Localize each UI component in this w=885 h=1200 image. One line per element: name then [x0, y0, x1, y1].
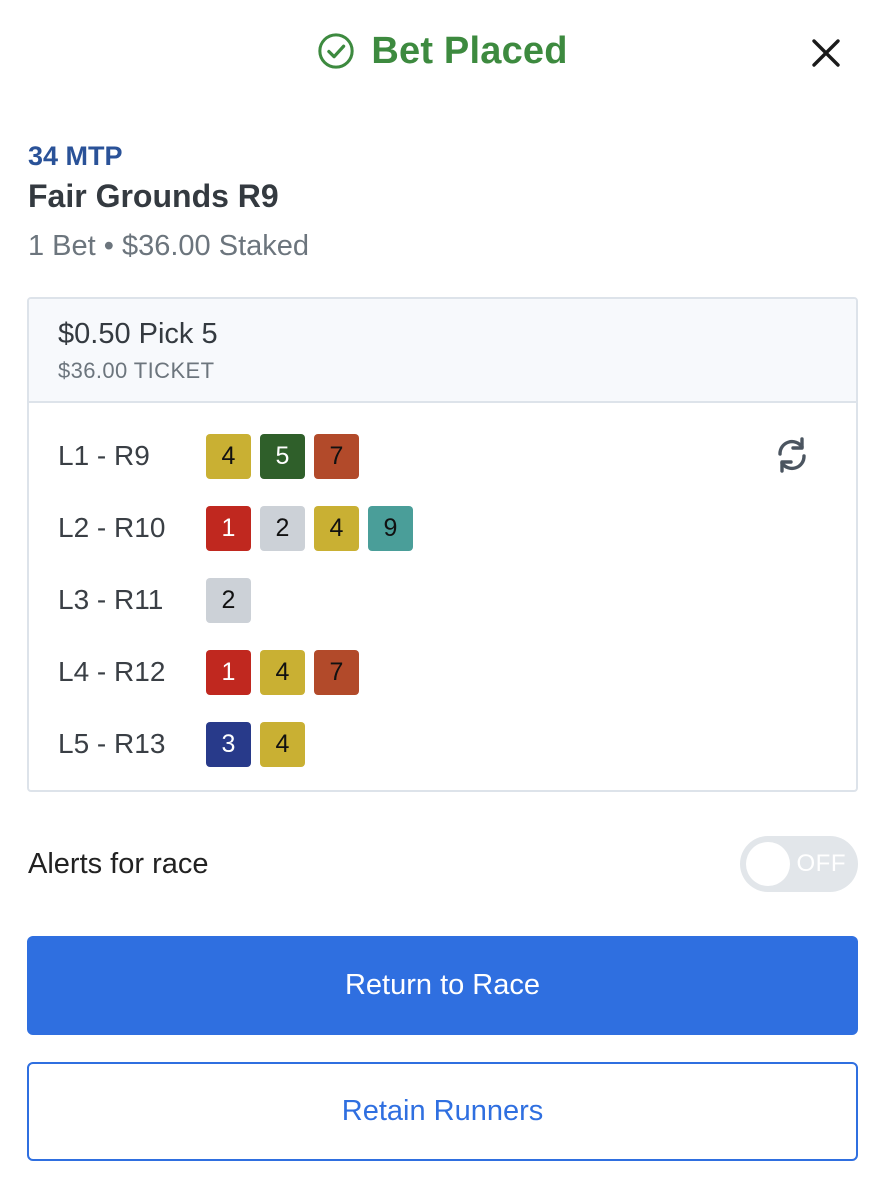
bet-type: $0.50 Pick 5: [58, 318, 218, 350]
runner-chip: 7: [314, 433, 359, 479]
race-name: Fair Grounds R9: [28, 178, 279, 214]
leg-label: L5 - R13: [58, 728, 166, 759]
close-icon: [812, 39, 840, 67]
minutes-to-post: 34 MTP: [28, 141, 123, 171]
retain-runners-button[interactable]: Retain Runners: [27, 1062, 858, 1161]
runner-chip: 4: [314, 505, 359, 551]
ticket-leg: L2 - R10 1 2 4 9: [58, 505, 856, 551]
modal-header: Bet Placed: [0, 0, 885, 110]
ticket-header: $0.50 Pick 5 $36.00 TICKET: [29, 299, 856, 403]
runner-chip: 4: [206, 433, 251, 479]
close-button[interactable]: [807, 34, 845, 72]
title-group: Bet Placed: [317, 30, 567, 73]
runner-chip: 2: [260, 505, 305, 551]
toggle-knob: [746, 842, 790, 886]
runner-chip: 4: [260, 721, 305, 767]
leg-label: L4 - R12: [58, 656, 166, 687]
check-circle-icon: [318, 33, 355, 69]
return-to-race-button[interactable]: Return to Race: [27, 936, 858, 1035]
runner-chip: 2: [206, 577, 251, 623]
runner-list: 2: [206, 577, 251, 623]
ticket-leg: L3 - R11 2: [58, 577, 856, 623]
repeat-bet-button[interactable]: [770, 433, 814, 477]
ticket-leg: L1 - R9 4 5 7: [58, 433, 856, 479]
modal-title: Bet Placed: [371, 29, 568, 72]
alerts-row: Alerts for race OFF: [28, 836, 858, 892]
ticket-cost: $36.00 TICKET: [58, 358, 215, 383]
toggle-state: OFF: [796, 850, 846, 877]
ticket-leg: L4 - R12 1 4 7: [58, 649, 856, 695]
runner-chip: 3: [206, 721, 251, 767]
race-info: 34 MTP Fair Grounds R9 1 Bet • $36.00 St…: [28, 138, 309, 268]
runner-list: 457: [206, 433, 359, 479]
runner-chip: 5: [260, 433, 305, 479]
runner-chip: 9: [368, 505, 413, 551]
runner-list: 147: [206, 649, 359, 695]
alerts-toggle[interactable]: OFF: [740, 836, 858, 892]
bet-summary: 1 Bet • $36.00 Staked: [28, 230, 310, 262]
runner-chip: 1: [206, 649, 251, 695]
ticket-legs: L1 - R9 4 5 7 L2 - R10 1 2 4 9 L3 - R11 2 L4 - R12 1…: [29, 403, 856, 767]
leg-label: L2 - R10: [58, 512, 166, 543]
leg-label: L3 - R11: [58, 584, 164, 615]
bet-ticket: $0.50 Pick 5 $36.00 TICKET L1 - R9 4 5 7 L2 …: [27, 297, 858, 792]
runner-list: 1249: [206, 505, 413, 551]
leg-label: L1 - R9: [58, 440, 150, 471]
refresh-icon: [778, 437, 806, 473]
runner-chip: 7: [314, 649, 359, 695]
alerts-label: Alerts for race: [28, 847, 209, 880]
runner-chip: 1: [206, 505, 251, 551]
runner-chip: 4: [260, 649, 305, 695]
ticket-leg: L5 - R13 3 4: [58, 721, 856, 767]
runner-list: 34: [206, 721, 305, 767]
